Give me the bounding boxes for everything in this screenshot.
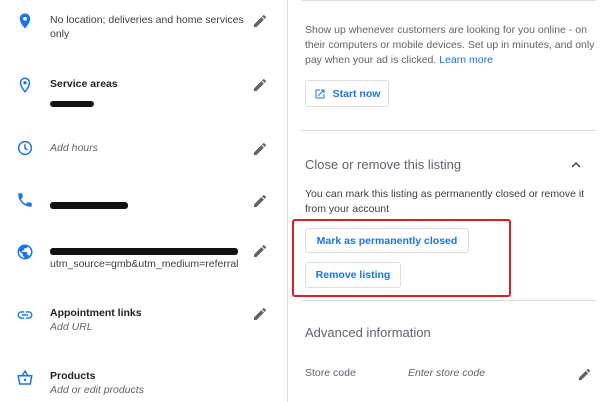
start-now-label: Start now — [332, 87, 381, 100]
location-pin-icon — [19, 13, 31, 29]
globe-icon — [17, 244, 33, 260]
location-row: No location; deliveries and home service… — [0, 10, 287, 50]
location-outline-icon — [19, 77, 31, 93]
top-divider — [301, 0, 596, 1]
phone-icon — [18, 193, 32, 207]
advanced-section-title: Advanced information — [305, 325, 431, 340]
hours-row: Add hours — [0, 138, 287, 162]
edit-store-code-pencil-icon[interactable] — [577, 367, 592, 382]
edit-appointment-links-pencil-icon[interactable] — [252, 306, 268, 322]
close-section-description: You can mark this listing as permanently… — [305, 188, 585, 215]
start-now-button[interactable]: Start now — [305, 80, 389, 107]
edit-phone-pencil-icon[interactable] — [252, 193, 268, 209]
appointment-links-title: Appointment links — [50, 307, 142, 319]
store-code-label: Store code — [305, 367, 356, 379]
hours-text: Add hours — [50, 142, 98, 154]
basket-icon — [17, 369, 33, 385]
appointment-links-sub: Add URL — [50, 321, 93, 333]
listing-settings-panel: Show up whenever customers are looking f… — [288, 0, 609, 402]
phone-row — [0, 190, 287, 214]
edit-location-pencil-icon[interactable] — [252, 13, 268, 29]
link-icon — [17, 311, 33, 319]
close-section-title: Close or remove this listing — [305, 157, 462, 172]
phone-redacted — [50, 197, 128, 215]
clock-icon — [17, 140, 33, 156]
remove-listing-button[interactable]: Remove listing — [305, 262, 401, 288]
launch-icon — [315, 89, 325, 98]
mark-permanently-closed-button[interactable]: Mark as permanently closed — [305, 228, 469, 253]
section-divider-2 — [301, 300, 596, 301]
edit-website-pencil-icon[interactable] — [252, 243, 268, 259]
service-areas-redacted — [50, 95, 94, 113]
service-areas-title: Service areas — [50, 78, 118, 90]
service-areas-row: Service areas — [0, 74, 287, 108]
website-url-params: utm_source=gmb&utm_medium=referral — [50, 258, 239, 270]
edit-service-areas-pencil-icon[interactable] — [252, 77, 268, 93]
location-text: No location; deliveries and home service… — [50, 14, 244, 40]
section-divider-1 — [301, 130, 596, 131]
edit-hours-pencil-icon[interactable] — [252, 141, 268, 157]
store-code-input[interactable]: Enter store code — [408, 366, 528, 381]
products-title: Products — [50, 370, 96, 382]
business-info-panel: No location; deliveries and home service… — [0, 0, 287, 402]
products-sub: Add or edit products — [50, 384, 144, 396]
learn-more-link[interactable]: Learn more — [439, 54, 493, 66]
appointment-links-row: Appointment links Add URL — [0, 304, 287, 338]
products-row: Products Add or edit products — [0, 367, 287, 401]
chevron-up-icon[interactable] — [568, 157, 584, 173]
website-row: utm_source=gmb&utm_medium=referral — [0, 238, 287, 274]
ads-description: Show up whenever customers are looking f… — [305, 24, 595, 66]
